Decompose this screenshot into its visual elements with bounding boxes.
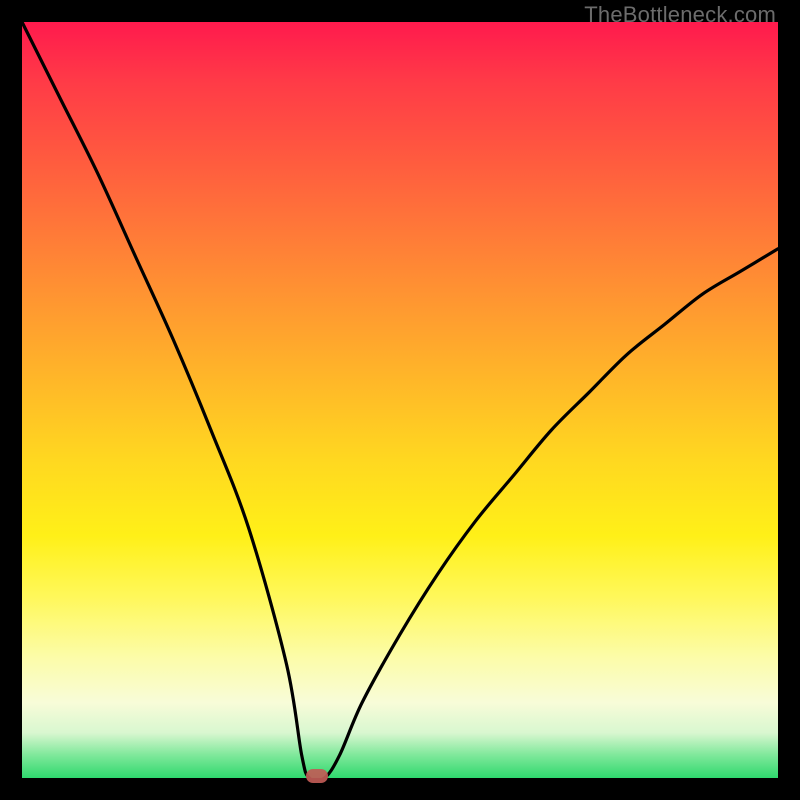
plot-area <box>22 22 778 778</box>
bottleneck-curve <box>22 22 778 778</box>
bottleneck-marker <box>306 769 328 783</box>
outer-frame: TheBottleneck.com <box>0 0 800 800</box>
